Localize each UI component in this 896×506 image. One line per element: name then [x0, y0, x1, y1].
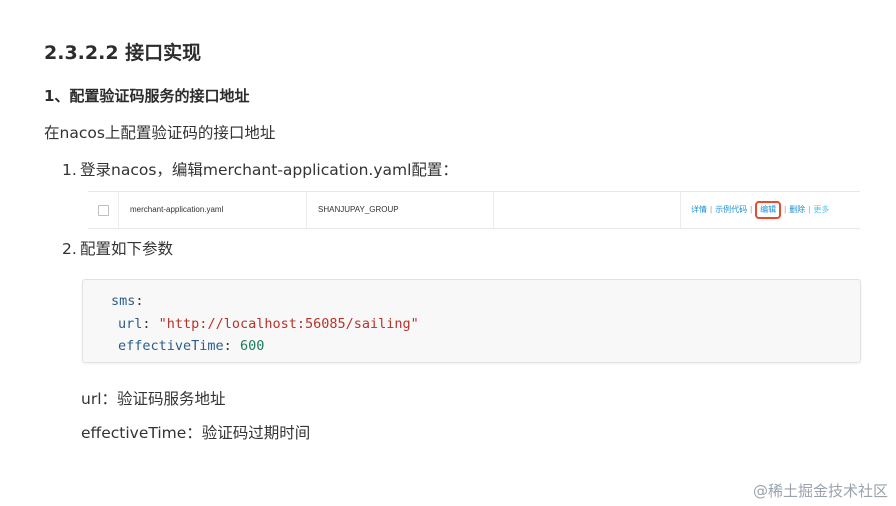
- list-item-text: 配置如下参数: [80, 240, 174, 258]
- url-description: url：验证码服务地址: [81, 390, 226, 408]
- data-id-cell: merchant-application.yaml: [130, 205, 224, 214]
- intro-paragraph: 在nacos上配置验证码的接口地址: [44, 124, 276, 142]
- detail-link[interactable]: 详情: [691, 192, 707, 228]
- sub-heading: 1、配置验证码服务的接口地址: [44, 87, 250, 105]
- code-number: 600: [239, 338, 265, 354]
- nacos-config-row: merchant-application.yaml SHANJUPAY_GROU…: [88, 191, 860, 229]
- operations-cell: 详情 | 示例代码 | 编辑 | 删除 | 更多: [691, 192, 829, 228]
- section-heading: 2.3.2.2 接口实现: [44, 42, 202, 64]
- group-cell: SHANJUPAY_GROUP: [318, 205, 399, 214]
- row-checkbox[interactable]: [98, 205, 109, 216]
- code-block: sms: url: "http://localhost:56085/sailin…: [82, 279, 861, 363]
- separator: |: [808, 205, 811, 214]
- effective-time-description: effectiveTime：验证码过期时间: [81, 424, 311, 442]
- separator: |: [784, 205, 787, 214]
- separator: |: [750, 205, 753, 214]
- code-line-effective-time: effectiveTime: 600: [118, 338, 264, 354]
- separator: |: [710, 205, 713, 214]
- column-divider: [306, 192, 307, 228]
- list-item-step-2: 2. 配置如下参数: [62, 237, 173, 259]
- code-string: "http://localhost:56085/sailing": [158, 316, 419, 332]
- watermark: @稀土掘金技术社区: [752, 482, 888, 500]
- more-link[interactable]: 更多: [813, 192, 829, 228]
- list-number: 2.: [62, 240, 77, 258]
- code-line-sms: sms:: [111, 293, 144, 309]
- code-line-url: url: "http://localhost:56085/sailing": [118, 316, 419, 332]
- code-key: sms: [111, 293, 136, 309]
- sample-code-link[interactable]: 示例代码: [715, 192, 747, 228]
- delete-link[interactable]: 删除: [789, 192, 805, 228]
- code-colon: :: [135, 293, 144, 309]
- list-number: 1.: [62, 161, 77, 179]
- code-key: effectiveTime: [118, 338, 224, 354]
- code-colon: :: [142, 316, 151, 332]
- column-divider: [680, 192, 681, 228]
- column-divider: [118, 192, 119, 228]
- edit-link[interactable]: 编辑: [755, 201, 782, 219]
- list-item-step-1: 1. 登录nacos，编辑merchant-application.yaml配置：: [62, 158, 458, 180]
- code-key: url: [118, 316, 143, 332]
- column-divider: [493, 192, 494, 228]
- code-colon: :: [223, 338, 232, 354]
- list-item-text: 登录nacos，编辑merchant-application.yaml配置：: [80, 161, 458, 179]
